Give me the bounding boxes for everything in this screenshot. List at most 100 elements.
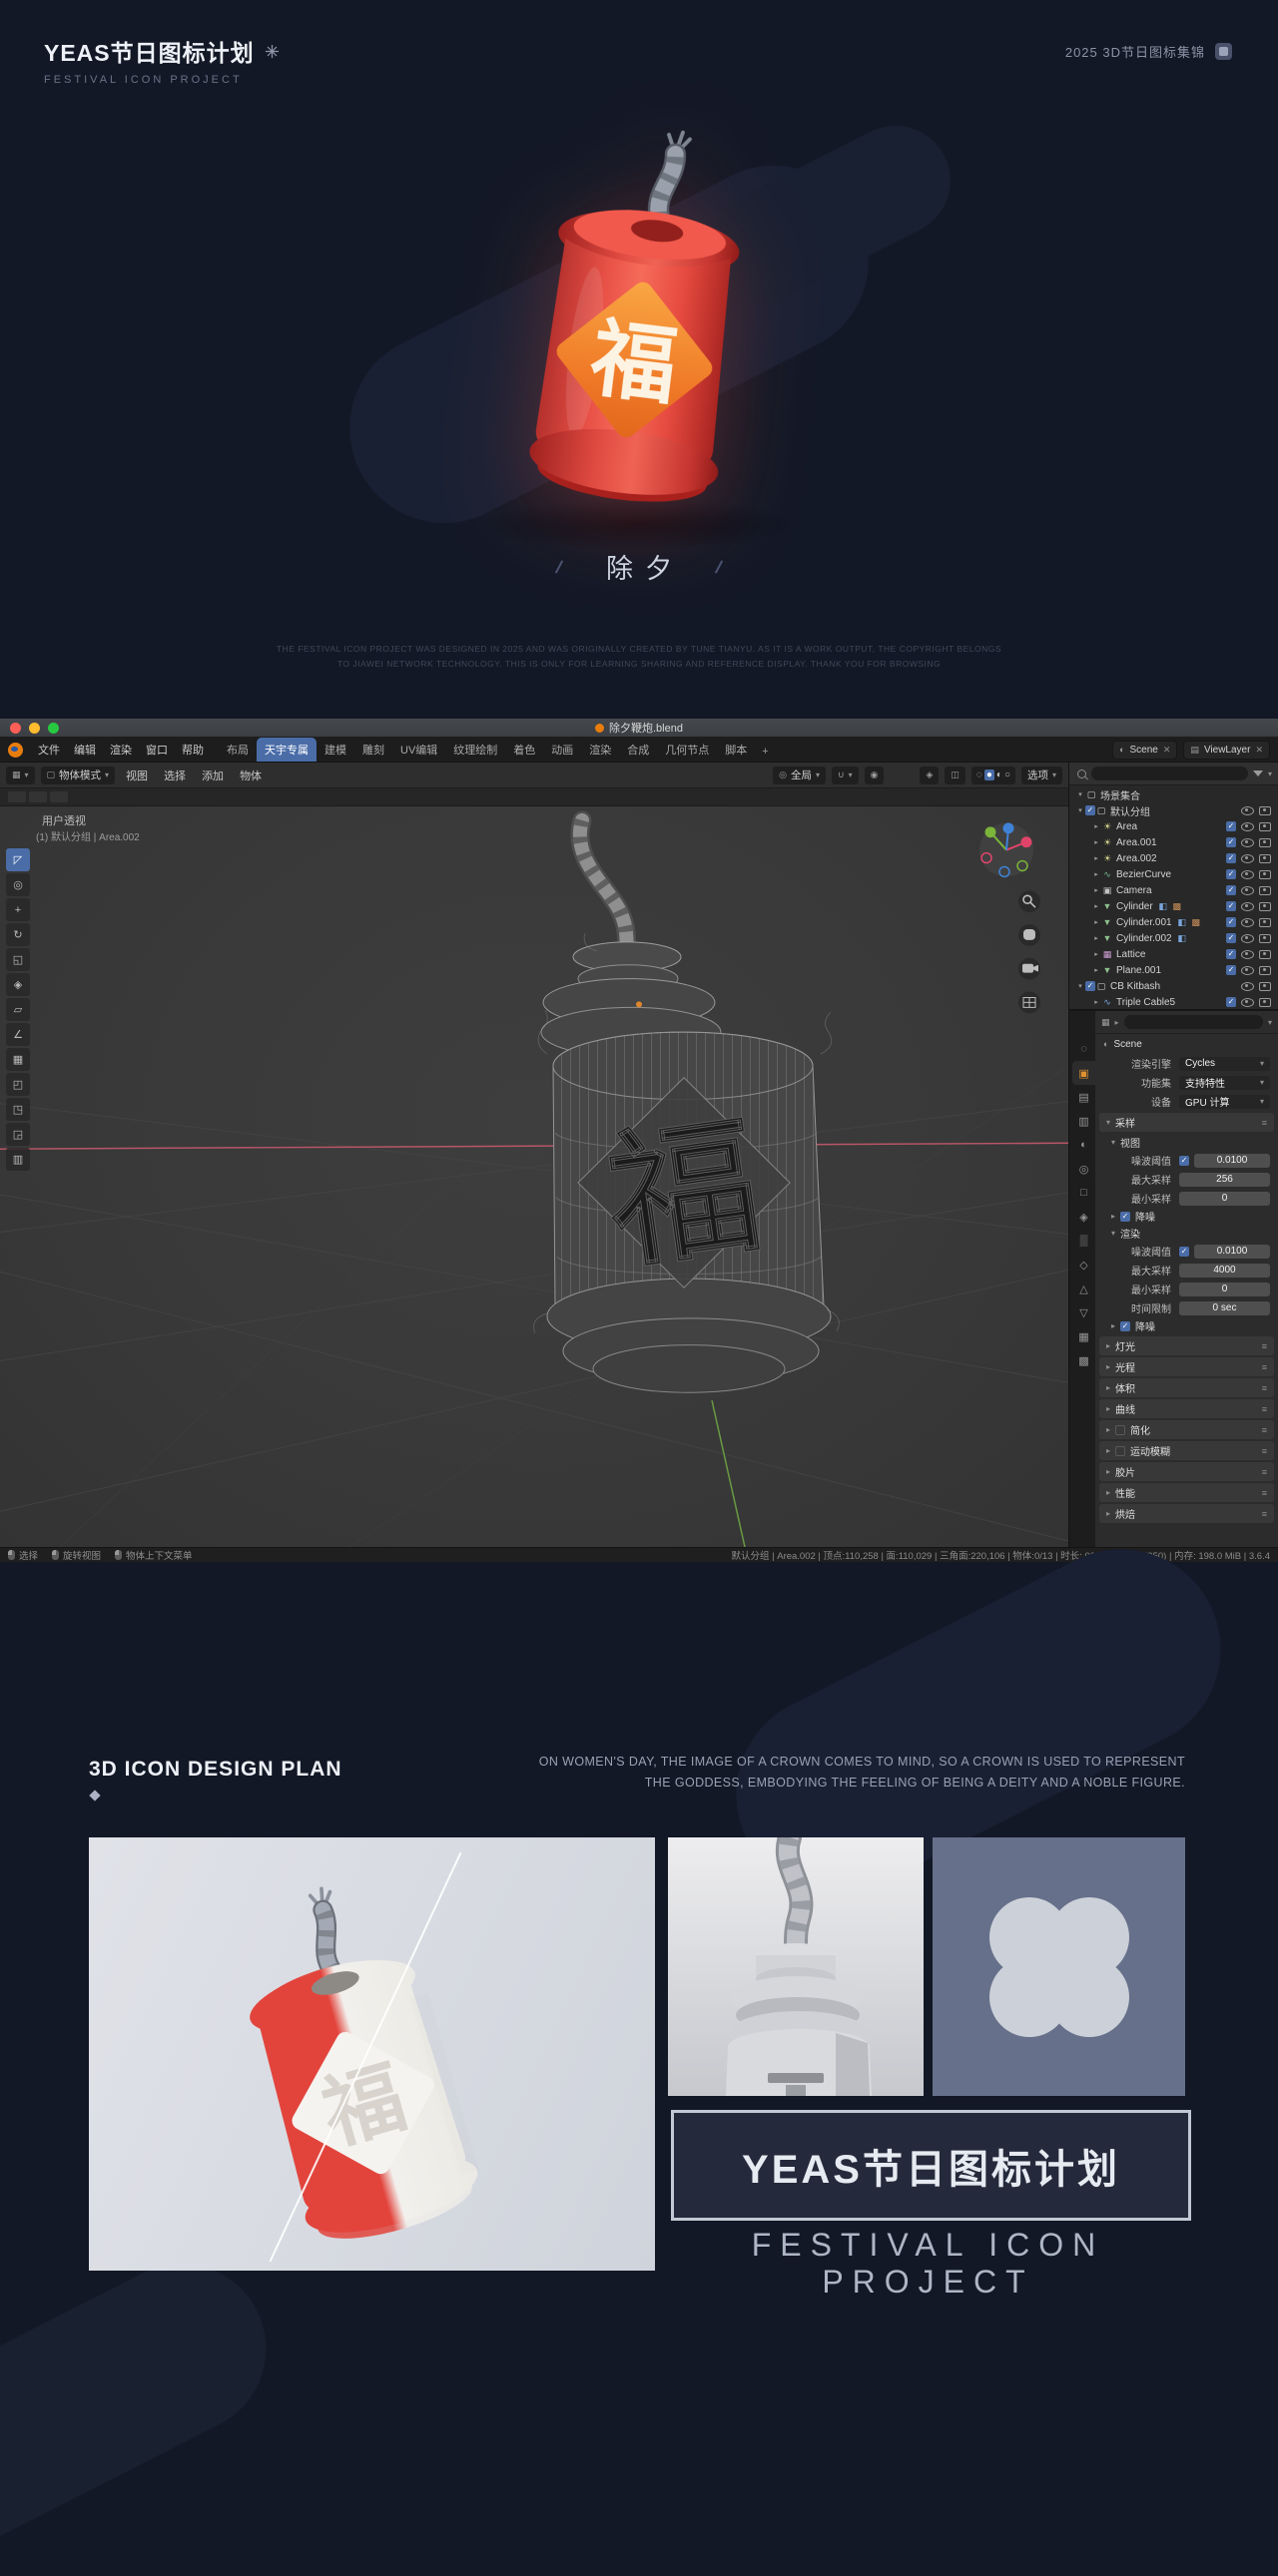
outliner-row-mesh[interactable]: ▸ ▼ Plane.001 ✓ — [1069, 962, 1278, 978]
view-layer-selector[interactable]: ▤ ViewLayer ✕ — [1183, 740, 1270, 760]
menu-help[interactable]: 帮助 — [175, 742, 211, 758]
render-camera-icon[interactable] — [1259, 901, 1271, 911]
tab-constraints[interactable]: △ — [1072, 1277, 1095, 1300]
workspace-scripting[interactable]: 脚本 — [717, 738, 755, 762]
menu-object[interactable]: 物体 — [235, 768, 267, 783]
workspace-geometry-nodes[interactable]: 几何节点 — [657, 738, 717, 762]
snap-toggle[interactable]: ∪ ▾ — [831, 766, 859, 784]
viewport-noise-threshold-field[interactable]: 0.0100 — [1194, 1153, 1270, 1168]
hide-eye-icon[interactable] — [1241, 997, 1254, 1007]
outliner-row-mesh[interactable]: ▸ ▼ Cylinder.002 ◧ ✓ — [1069, 930, 1278, 946]
feature-set-dropdown[interactable]: 支持特性 ▾ — [1179, 1075, 1270, 1090]
chevron-down-icon[interactable]: ▾ — [1268, 1018, 1272, 1027]
menu-window[interactable]: 窗口 — [139, 742, 175, 758]
tool-inset[interactable]: ◳ — [6, 1098, 30, 1121]
subsection-viewport-denoise[interactable]: ▸ ✓ 降噪 — [1095, 1208, 1278, 1225]
tab-material[interactable]: ▦ — [1072, 1324, 1095, 1348]
render-camera-icon[interactable] — [1259, 821, 1271, 831]
select-checkbox[interactable]: ✓ — [1226, 885, 1236, 895]
menu-select[interactable]: 选择 — [159, 768, 191, 783]
render-camera-icon[interactable] — [1259, 869, 1271, 879]
render-camera-icon[interactable] — [1259, 949, 1271, 959]
transform-orientation-dropdown[interactable]: ◎ 全局 ▾ — [773, 766, 826, 784]
out-search-input[interactable] — [1091, 767, 1248, 780]
tool-measure[interactable]: ∠ — [6, 1023, 30, 1046]
show-gizmo-toggle[interactable]: ◈ — [920, 766, 940, 784]
viewport-max-samples-field[interactable]: 256 — [1179, 1172, 1270, 1187]
render-camera-icon[interactable] — [1259, 997, 1271, 1007]
tool-cursor[interactable]: ◎ — [6, 873, 30, 896]
select-checkbox[interactable]: ✓ — [1226, 917, 1236, 927]
workspace-custom-active[interactable]: 天宇专属 — [257, 738, 317, 762]
select-checkbox[interactable]: ✓ — [1226, 821, 1236, 831]
menu-file[interactable]: 文件 — [31, 742, 67, 758]
render-camera-icon[interactable] — [1259, 965, 1271, 975]
hide-eye-icon[interactable] — [1241, 933, 1254, 943]
tool-add-cube[interactable]: ▦ — [6, 1048, 30, 1071]
unlink-icon[interactable]: ✕ — [1255, 745, 1263, 756]
noise-threshold-checkbox[interactable]: ✓ — [1179, 1246, 1189, 1257]
section-lights[interactable]: ▸ 灯光 ≡ — [1099, 1336, 1274, 1355]
noise-threshold-checkbox[interactable]: ✓ — [1179, 1155, 1189, 1166]
mode-dropdown[interactable]: ▢ 物体模式 ▾ — [40, 766, 116, 784]
tab-texture[interactable]: ▩ — [1072, 1348, 1095, 1372]
tab-tool[interactable]: ◌ — [1072, 1037, 1095, 1061]
tool-transform[interactable]: ◈ — [6, 973, 30, 996]
select-checkbox[interactable]: ✓ — [1226, 933, 1236, 943]
workspace-shading[interactable]: 着色 — [505, 738, 543, 762]
outliner-row-light[interactable]: ▸ ☀ Area.001 ✓ — [1069, 834, 1278, 850]
select-checkbox[interactable]: ✓ — [1226, 853, 1236, 863]
tab-physics[interactable]: ◇ — [1072, 1253, 1095, 1277]
tab-particles[interactable]: ▒ — [1072, 1229, 1095, 1253]
denoise-checkbox[interactable]: ✓ — [1120, 1211, 1131, 1222]
section-menu-icon[interactable]: ≡ — [1262, 1118, 1267, 1128]
render-camera-icon[interactable] — [1259, 805, 1271, 815]
section-performance[interactable]: ▸ 性能 ≡ — [1099, 1483, 1274, 1502]
tool-select-box[interactable]: ◸ — [6, 848, 30, 871]
render-min-samples-field[interactable]: 0 — [1179, 1282, 1270, 1296]
section-curves[interactable]: ▸ 曲线 ≡ — [1099, 1399, 1274, 1418]
select-checkbox[interactable]: ✓ — [1226, 901, 1236, 911]
workspace-rendering[interactable]: 渲染 — [581, 738, 619, 762]
options-dropdown[interactable]: 选项 ▾ — [1020, 766, 1062, 784]
workspace-sculpt[interactable]: 雕刻 — [354, 738, 392, 762]
hide-eye-icon[interactable] — [1241, 805, 1254, 815]
denoise-checkbox[interactable]: ✓ — [1120, 1320, 1131, 1331]
tab-view-layer[interactable]: ▥ — [1072, 1109, 1095, 1133]
tool-bevel[interactable]: ◲ — [6, 1123, 30, 1146]
outliner-row-lattice[interactable]: ▸ ▦ Lattice ✓ — [1069, 946, 1278, 962]
section-bake[interactable]: ▸ 烘焙 ≡ — [1099, 1504, 1274, 1523]
tab-object-data[interactable]: ▽ — [1072, 1300, 1095, 1324]
tool-extrude[interactable]: ◰ — [6, 1073, 30, 1096]
tab-render[interactable]: ▣ — [1072, 1061, 1095, 1085]
workspace-uv[interactable]: UV编辑 — [392, 738, 445, 762]
outliner-row-light[interactable]: ▸ ☀ Area.002 ✓ — [1069, 850, 1278, 866]
select-checkbox[interactable]: ✓ — [1226, 949, 1236, 959]
tool-loop-cut[interactable]: ▥ — [6, 1148, 30, 1171]
shading-wireframe-icon[interactable]: ◌ — [976, 770, 982, 780]
viewport-shading-switch[interactable]: ◌ ● ◐ ○ — [970, 766, 1015, 784]
blender-logo-icon[interactable] — [8, 742, 23, 758]
render-camera-icon[interactable] — [1259, 981, 1271, 991]
workspace-texture-paint[interactable]: 纹理绘制 — [445, 738, 505, 762]
select-checkbox[interactable]: ✓ — [1226, 965, 1236, 975]
outliner-row-light[interactable]: ▸ ☀ Area ✓ — [1069, 818, 1278, 834]
collection-checkbox[interactable]: ✓ — [1085, 981, 1095, 991]
viewport-min-samples-field[interactable]: 0 — [1179, 1191, 1270, 1206]
search-icon[interactable] — [1077, 769, 1086, 778]
workspace-modeling[interactable]: 建模 — [317, 738, 354, 762]
editor-type-button[interactable]: ▦ ▾ — [6, 766, 35, 784]
hide-eye-icon[interactable] — [1241, 885, 1254, 895]
tab-world[interactable]: ◎ — [1072, 1157, 1095, 1181]
outliner-row-camera[interactable]: ▸ ▣ Camera ✓ — [1069, 882, 1278, 898]
tab-scene[interactable]: ◐ — [1072, 1133, 1095, 1157]
outliner-row-collection[interactable]: ▾ ✓ ▢ 默认分组 — [1069, 802, 1278, 818]
device-dropdown[interactable]: GPU 计算 ▾ — [1179, 1094, 1270, 1109]
outliner-row-object[interactable]: ▸ ∿ Triple Cable5 ✓ — [1069, 994, 1278, 1009]
select-checkbox[interactable]: ✓ — [1226, 869, 1236, 879]
tool-setting-chip[interactable] — [29, 791, 47, 802]
hide-eye-icon[interactable] — [1241, 981, 1254, 991]
render-camera-icon[interactable] — [1259, 837, 1271, 847]
hide-eye-icon[interactable] — [1241, 869, 1254, 879]
select-checkbox[interactable]: ✓ — [1226, 837, 1236, 847]
